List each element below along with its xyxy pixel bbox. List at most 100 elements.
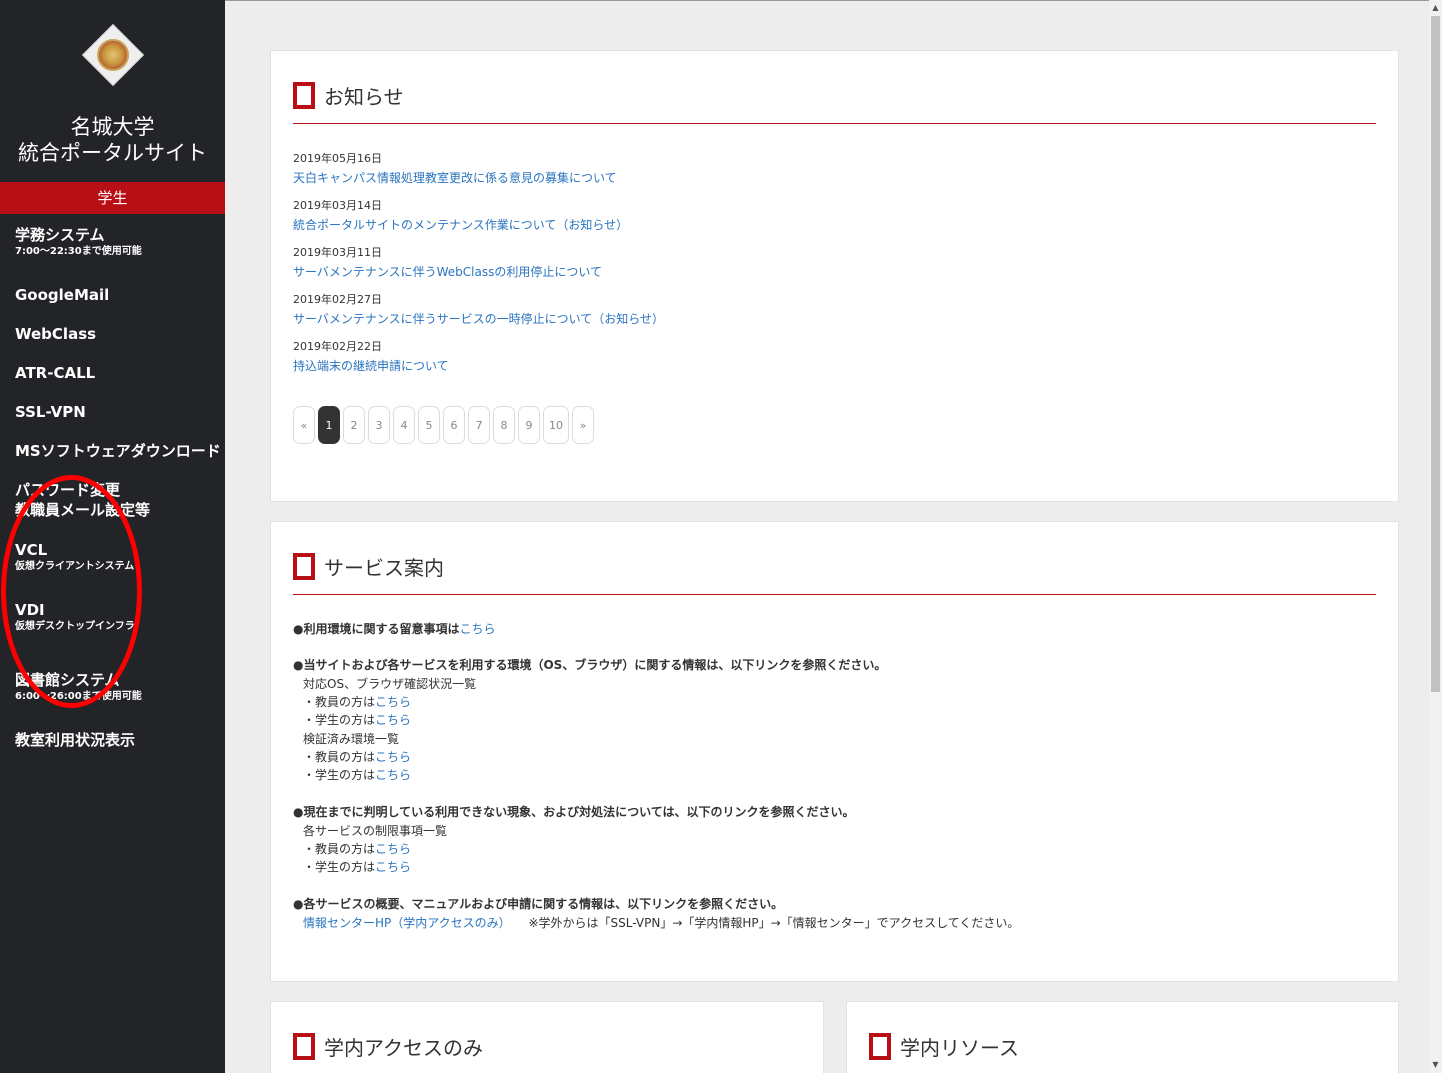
faculty-os-link[interactable]: こちら [375,695,411,709]
student-line: ・学生の方はこちら [303,766,411,784]
page-prev-button[interactable]: « [293,406,315,444]
site-title: 名城大学 統合ポータルサイト [0,114,225,166]
nav-item-webclass[interactable]: WebClass [15,324,96,344]
university-logo[interactable] [80,22,146,88]
service-note-text: ●利用環境に関する留意事項は [293,622,460,636]
campus-only-title: 学内アクセスのみ [324,1035,483,1060]
news-item: 2019年02月22日 持込端末の継続申請について [293,339,449,374]
manual-info-heading: ●各サービスの概要、マニュアルおよび申請に関する情報は、以下リンクを参照ください… [293,897,784,911]
student-prefix: ・学生の方は [303,860,376,874]
verified-env-label: 検証済み環境一覧 [303,732,400,746]
page-button[interactable]: 4 [393,406,415,444]
vertical-scrollbar[interactable]: ▲ ▼ [1429,0,1442,1073]
faculty-line: ・教員の方はこちら [303,693,411,711]
role-bar: 学生 [0,182,225,214]
nav-item-academic-system[interactable]: 学務システム 7:00～22:30まで使用可能 [15,225,142,259]
page-button[interactable]: 3 [368,406,390,444]
site-title-line1: 名城大学 [70,115,155,139]
student-restrictions-link[interactable]: こちら [375,860,411,874]
env-info-heading: ●当サイトおよび各サービスを利用する環境（OS、ブラウザ）に関する情報は、以下リ… [293,658,887,672]
faculty-prefix: ・教員の方は [303,842,376,856]
campus-only-card: 学内アクセスのみ [270,1001,824,1073]
news-link[interactable]: 持込端末の継続申請について [293,358,449,374]
nav-item-atr-call[interactable]: ATR-CALL [15,363,95,383]
nav-item-ssl-vpn[interactable]: SSL-VPN [15,402,86,422]
restrictions-label: 各サービスの制限事項一覧 [303,824,448,838]
title-divider [293,123,1376,124]
faculty-prefix: ・教員の方は [303,695,376,709]
nav-sub: 7:00～22:30まで使用可能 [15,246,142,257]
news-item: 2019年03月14日 統合ポータルサイトのメンテナンス作業について（お知らせ） [293,198,628,233]
university-seal-icon [97,39,129,71]
page-button[interactable]: 8 [493,406,515,444]
news-date: 2019年03月11日 [293,246,382,259]
student-line: ・学生の方はこちら [303,858,411,876]
news-card: お知らせ 2019年05月16日 天白キャンパス情報処理教室更改に係る意見の募集… [270,50,1399,502]
pagination: « 1 2 3 4 5 6 7 8 9 10 » [293,406,597,444]
external-access-note: ※学外からは「SSL-VPN」→「学内情報HP」→「情報センター」でアクセスして… [528,916,1020,930]
service-note-line: ●利用環境に関する留意事項はこちら [293,620,496,638]
news-title: お知らせ [324,84,404,109]
nav-label: ATR-CALL [15,364,96,382]
news-date: 2019年03月14日 [293,199,382,212]
nav-label: GoogleMail [15,286,110,304]
faculty-line: ・教員の方はこちら [303,748,411,766]
campus-only-header: 学内アクセスのみ [293,1032,483,1060]
page-button[interactable]: 10 [543,406,569,444]
services-card: サービス案内 ●利用環境に関する留意事項はこちら ●当サイトおよび各サービスを利… [270,521,1399,982]
news-link[interactable]: 天白キャンパス情報処理教室更改に係る意見の募集について [293,170,617,186]
page-button[interactable]: 7 [468,406,490,444]
student-os-link[interactable]: こちら [375,713,411,727]
page-button[interactable]: 1 [318,406,340,444]
student-verified-link[interactable]: こちら [375,768,411,782]
news-date: 2019年02月27日 [293,293,382,306]
news-link[interactable]: サーバメンテナンスに伴うサービスの一時停止について（お知らせ） [293,311,664,327]
page-next-button[interactable]: » [572,406,594,444]
info-center-line: 情報センターHP（学内アクセスのみ） ※学外からは「SSL-VPN」→「学内情報… [303,914,1019,932]
info-center-link[interactable]: 情報センターHP（学内アクセスのみ） [303,916,511,930]
os-browser-status-label: 対応OS、ブラウザ確認状況一覧 [303,677,477,691]
site-title-line2: 統合ポータルサイト [18,141,207,165]
page-button[interactable]: 6 [443,406,465,444]
news-item: 2019年05月16日 天白キャンパス情報処理教室更改に係る意見の募集について [293,151,617,186]
nav-label: 教室利用状況表示 [15,731,136,749]
faculty-restrictions-link[interactable]: こちら [375,842,411,856]
nav-label: 学務システム [15,226,105,244]
page-button[interactable]: 5 [418,406,440,444]
page-button[interactable]: 9 [518,406,540,444]
faculty-verified-link[interactable]: こちら [375,750,411,764]
usage-notes-link[interactable]: こちら [459,622,495,636]
faculty-line: ・教員の方はこちら [303,840,411,858]
news-link[interactable]: サーバメンテナンスに伴うWebClassの利用停止について [293,264,602,280]
annotation-circle [1,475,142,708]
square-icon [293,81,315,109]
nav-label: WebClass [15,325,97,343]
student-line: ・学生の方はこちら [303,711,411,729]
faculty-prefix: ・教員の方は [303,750,376,764]
student-prefix: ・学生の方は [303,768,376,782]
nav-label: SSL-VPN [15,403,86,421]
news-item: 2019年02月27日 サーバメンテナンスに伴うサービスの一時停止について（お知… [293,292,664,327]
news-link[interactable]: 統合ポータルサイトのメンテナンス作業について（お知らせ） [293,217,628,233]
known-issues-heading: ●現在までに判明している利用できない現象、および対処法については、以下のリンクを… [293,805,855,819]
services-card-header: サービス案内 [293,552,444,580]
title-divider [293,594,1376,595]
campus-resources-title: 学内リソース [900,1035,1019,1060]
news-date: 2019年05月16日 [293,152,382,165]
scroll-down-arrow-icon[interactable]: ▼ [1429,1057,1442,1073]
nav-item-ms-software-download[interactable]: MSソフトウェアダウンロード [15,441,221,461]
page-button[interactable]: 2 [343,406,365,444]
scrollbar-thumb[interactable] [1431,16,1440,692]
campus-resources-header: 学内リソース [869,1032,1019,1060]
main-content: お知らせ 2019年05月16日 天白キャンパス情報処理教室更改に係る意見の募集… [225,0,1429,1073]
nav-item-googlemail[interactable]: GoogleMail [15,285,109,305]
news-date: 2019年02月22日 [293,340,382,353]
square-icon [293,1032,315,1060]
student-prefix: ・学生の方は [303,713,376,727]
square-icon [869,1032,891,1060]
news-card-header: お知らせ [293,81,404,109]
scroll-up-arrow-icon[interactable]: ▲ [1429,0,1442,16]
services-title: サービス案内 [324,555,444,580]
nav-item-classroom-status[interactable]: 教室利用状況表示 [15,730,135,750]
news-item: 2019年03月11日 サーバメンテナンスに伴うWebClassの利用停止につい… [293,245,602,280]
